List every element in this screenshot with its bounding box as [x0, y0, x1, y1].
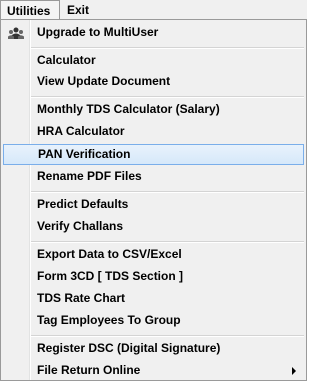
menu-bar: Utilities Exit — [0, 0, 307, 20]
menu-item-upgrade-multiuser[interactable]: Upgrade to MultiUser — [3, 22, 304, 43]
menu-item-label: PAN Verification — [38, 147, 131, 161]
utilities-dropdown: Upgrade to MultiUser Calculator View Upd… — [0, 19, 307, 381]
menu-item-tag-employees[interactable]: Tag Employees To Group — [3, 310, 304, 331]
menu-item-label: Upgrade to MultiUser — [37, 25, 159, 39]
menu-item-label: Monthly TDS Calculator (Salary) — [37, 102, 220, 116]
menu-item-label: HRA Calculator — [37, 124, 125, 138]
menu-item-verify-challans[interactable]: Verify Challans — [3, 216, 304, 237]
menu-item-form-3cd[interactable]: Form 3CD [ TDS Section ] — [3, 266, 304, 287]
menu-separator — [31, 96, 304, 98]
menu-item-tds-rate-chart[interactable]: TDS Rate Chart — [3, 288, 304, 309]
menu-separator — [31, 335, 304, 337]
menu-item-rename-pdf-files[interactable]: Rename PDF Files — [3, 166, 304, 187]
menu-separator — [31, 191, 304, 193]
menu-item-label: Verify Challans — [37, 219, 124, 233]
menu-item-register-dsc[interactable]: Register DSC (Digital Signature) — [3, 338, 304, 359]
menu-item-calculator[interactable]: Calculator — [3, 50, 304, 71]
menu-item-label: Predict Defaults — [37, 197, 129, 211]
menu-item-label: File Return Online — [37, 363, 141, 377]
menu-item-predict-defaults[interactable]: Predict Defaults — [3, 194, 304, 215]
menu-item-label: TDS Rate Chart — [37, 291, 126, 305]
menu-item-label: Register DSC (Digital Signature) — [37, 341, 221, 355]
menu-exit[interactable]: Exit — [67, 0, 89, 20]
chevron-right-icon — [292, 367, 296, 375]
menu-separator — [31, 47, 304, 49]
menu-item-label: Rename PDF Files — [37, 169, 142, 183]
menu-item-label: View Update Document — [37, 74, 171, 88]
users-group-icon — [8, 27, 24, 39]
menu-item-monthly-tds-calculator[interactable]: Monthly TDS Calculator (Salary) — [3, 99, 304, 120]
menu-item-label: Tag Employees To Group — [37, 313, 181, 327]
menu-item-export-data-csv[interactable]: Export Data to CSV/Excel — [3, 244, 304, 265]
menu-item-file-return-online[interactable]: File Return Online — [3, 360, 304, 381]
menu-separator — [31, 241, 304, 243]
menu-item-pan-verification[interactable]: PAN Verification — [3, 144, 304, 165]
menu-item-hra-calculator[interactable]: HRA Calculator — [3, 121, 304, 142]
menu-utilities[interactable]: Utilities — [0, 0, 60, 20]
menu-item-label: Export Data to CSV/Excel — [37, 247, 182, 261]
menu-item-view-update-document[interactable]: View Update Document — [3, 71, 304, 92]
menu-item-label: Form 3CD [ TDS Section ] — [37, 269, 184, 283]
menu-item-label: Calculator — [37, 53, 96, 67]
